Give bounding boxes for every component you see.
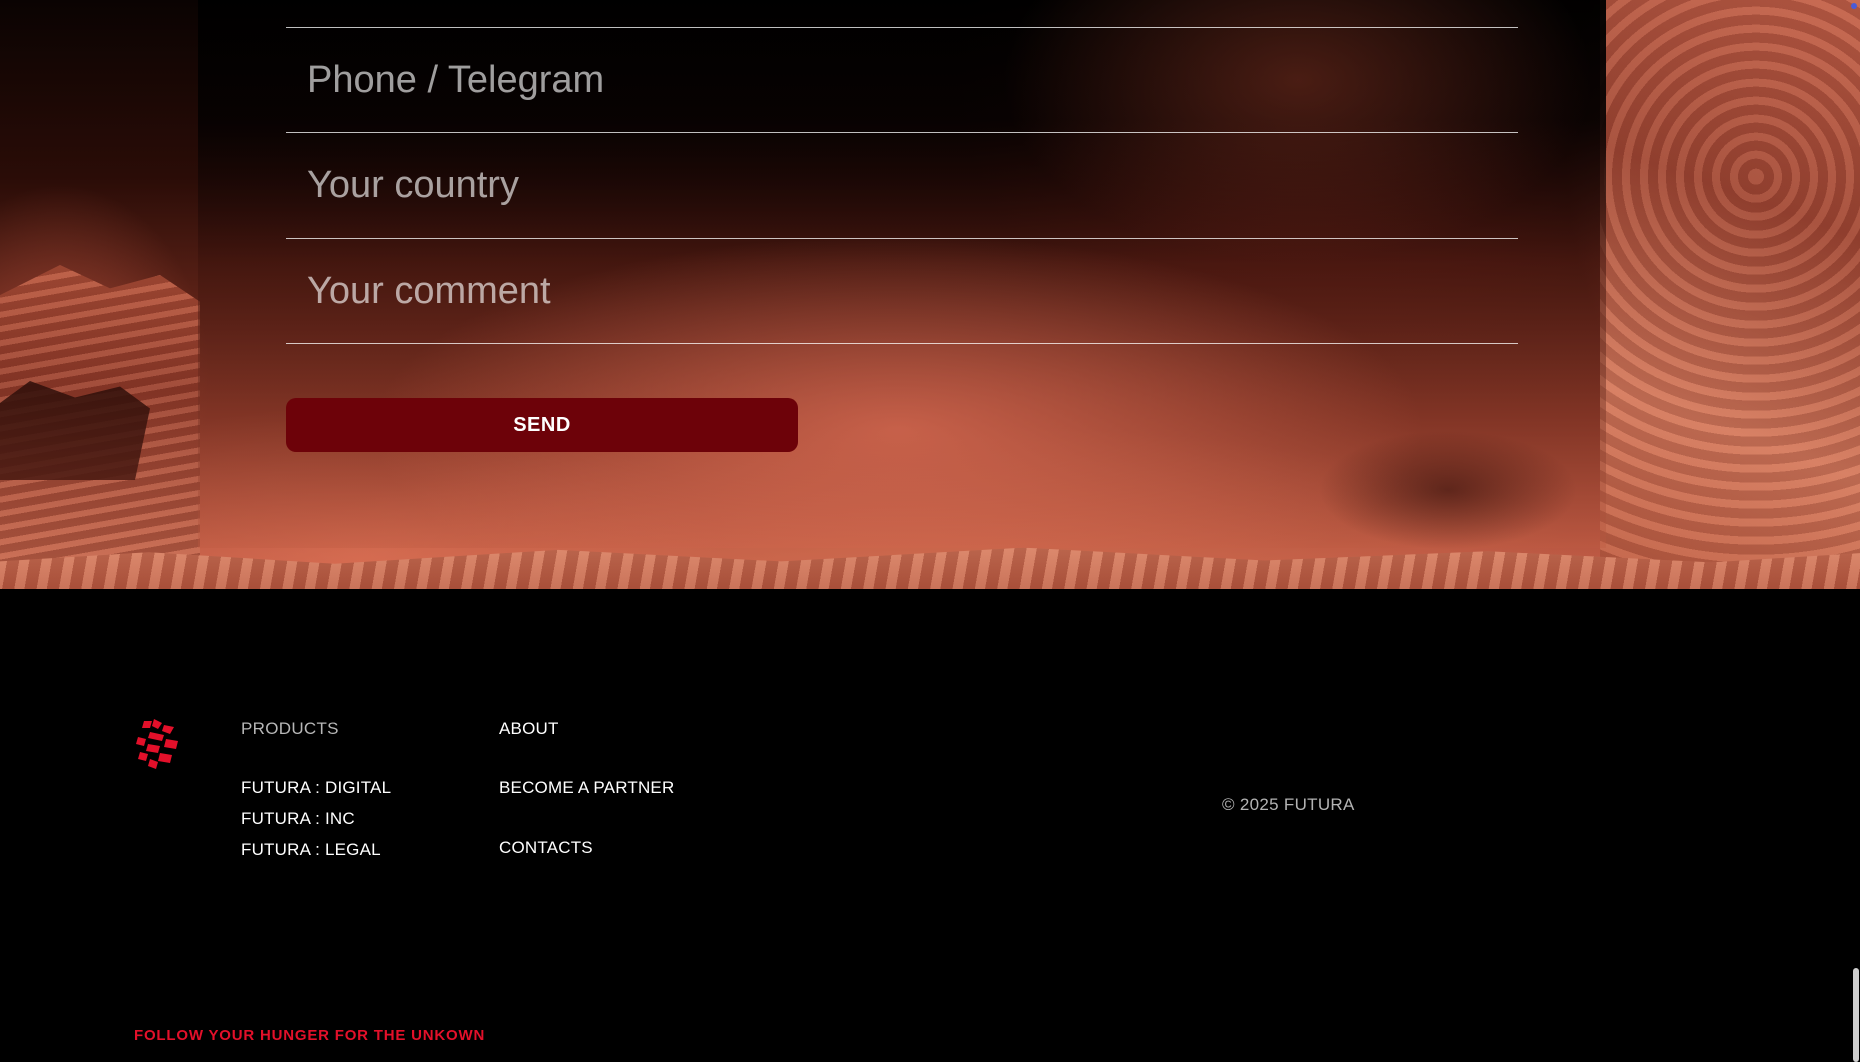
country-field <box>286 133 1518 239</box>
comment-input[interactable] <box>286 239 1518 343</box>
footer: PRODUCTS FUTURA : DIGITAL FUTURA : INC F… <box>0 589 1860 1062</box>
scrollbar-thumb[interactable] <box>1853 968 1859 1062</box>
hero-section: SEND <box>0 0 1860 589</box>
scrollbar[interactable] <box>1852 0 1860 1062</box>
footer-link-futura-legal[interactable]: FUTURA : LEGAL <box>241 840 381 860</box>
desert-dunes <box>0 547 1860 589</box>
footer-link-about[interactable]: ABOUT <box>499 719 559 739</box>
previous-field-underline <box>286 0 1518 28</box>
futura-logo-svg <box>136 719 178 769</box>
footer-link-futura-digital[interactable]: FUTURA : DIGITAL <box>241 778 391 798</box>
footer-link-contacts[interactable]: CONTACTS <box>499 838 593 858</box>
phone-telegram-input[interactable] <box>286 28 1518 132</box>
comment-field <box>286 239 1518 344</box>
tagline-text: FOLLOW YOUR HUNGER FOR THE UNKOWN <box>134 1027 486 1044</box>
corner-indicator-icon <box>1851 3 1857 9</box>
desert-background-right <box>1600 0 1860 589</box>
phone-field <box>286 28 1518 133</box>
footer-link-become-partner[interactable]: BECOME A PARTNER <box>499 778 674 798</box>
products-heading: PRODUCTS <box>241 719 339 738</box>
country-input[interactable] <box>286 133 1518 238</box>
copyright-text: © 2025 FUTURA <box>1222 795 1355 814</box>
futura-logo-icon[interactable] <box>136 719 180 769</box>
footer-link-futura-inc[interactable]: FUTURA : INC <box>241 809 355 829</box>
send-button[interactable]: SEND <box>286 398 798 452</box>
